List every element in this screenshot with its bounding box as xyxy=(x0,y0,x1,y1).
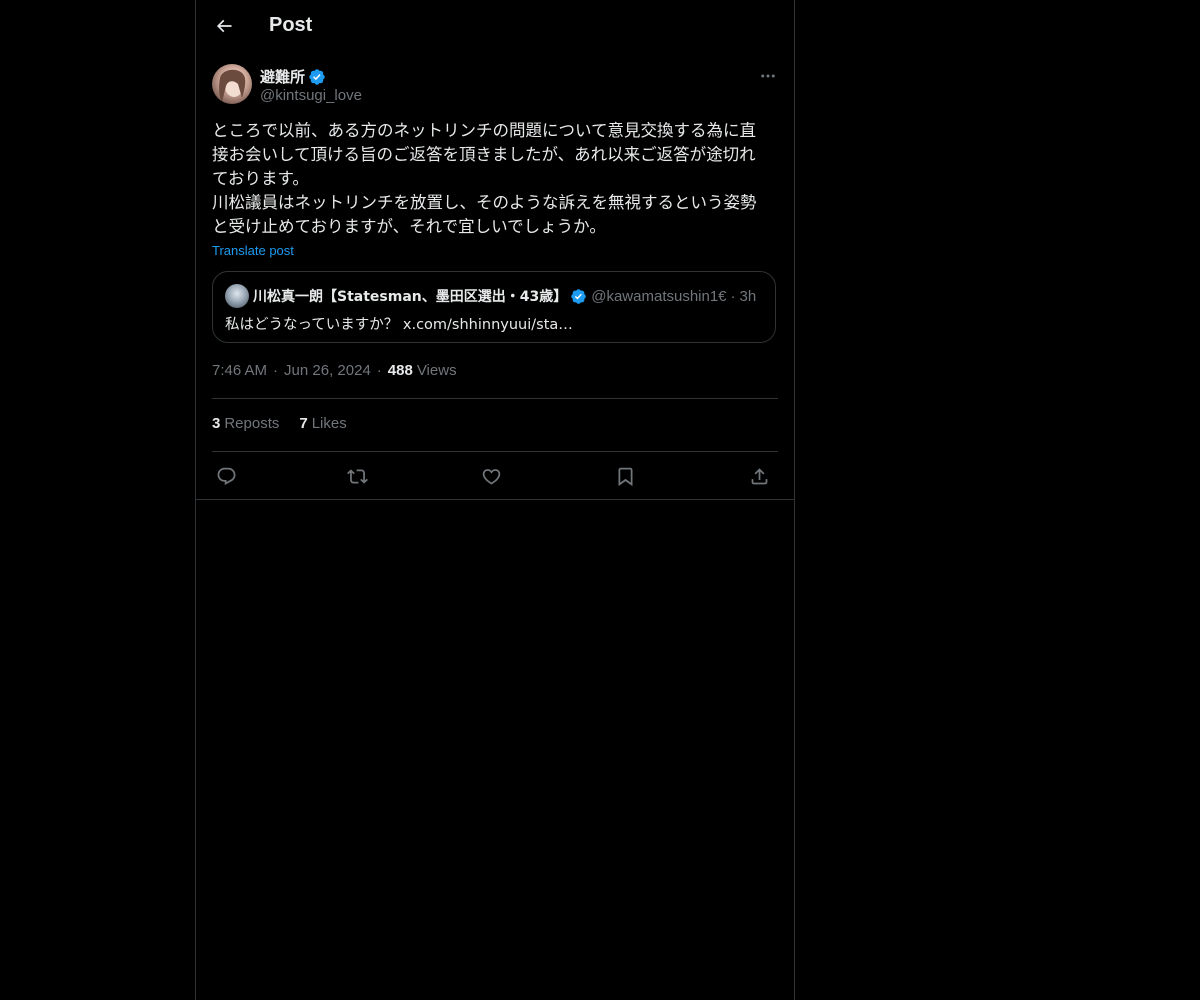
likes-stat[interactable]: 7 Likes xyxy=(299,415,346,432)
divider xyxy=(212,451,778,452)
divider xyxy=(212,398,778,399)
meta-separator: · xyxy=(273,362,279,379)
post-author: 避難所 @kintsugi_love xyxy=(212,64,778,108)
quote-header: 川松真一朗【Statesman、墨田区選出・43歳】 @kawamatsushi… xyxy=(253,286,765,306)
reposts-label: Reposts xyxy=(224,415,280,432)
quote-author-handle: @kawamatsushin1€ xyxy=(591,287,727,305)
verified-badge-icon xyxy=(571,288,586,304)
more-icon xyxy=(761,74,775,78)
author-name[interactable]: 避難所 xyxy=(260,66,326,87)
reposts-count: 3 xyxy=(212,415,221,432)
post-text: ところで以前、ある方のネットリンチの問題について意見交換する為に直 接お会いして… xyxy=(212,121,757,236)
quote-author-name: 川松真一朗【Statesman、墨田区選出・43歳】 xyxy=(253,289,568,305)
like-icon xyxy=(482,468,500,485)
post-time[interactable]: 7:46 AM xyxy=(212,362,267,379)
more-options-button[interactable] xyxy=(758,66,778,86)
quote-timestamp: 3h xyxy=(739,287,757,305)
share-button[interactable] xyxy=(745,462,773,490)
likes-label: Likes xyxy=(311,415,347,432)
avatar[interactable] xyxy=(212,64,252,104)
share-icon xyxy=(751,467,767,484)
repost-button[interactable] xyxy=(343,462,371,490)
post-date[interactable]: Jun 26, 2024 xyxy=(284,362,371,379)
views-count: 488 xyxy=(387,362,413,379)
quote-text: 私はどうなっていますか？ x.com/shhinnyuui/sta… xyxy=(225,317,573,333)
post-metadata: 7:46 AM · Jun 26, 2024 · 488 Views xyxy=(212,362,457,379)
arrow-left-icon xyxy=(216,19,232,33)
action-bar xyxy=(212,460,778,490)
reply-icon xyxy=(217,467,235,485)
page-title: Post xyxy=(269,14,313,36)
bookmark-icon xyxy=(618,467,632,486)
reply-button[interactable] xyxy=(212,462,240,490)
likes-count: 7 xyxy=(299,415,308,432)
like-button[interactable] xyxy=(477,462,505,490)
quote-avatar xyxy=(225,284,249,308)
back-button[interactable] xyxy=(210,12,238,40)
quote-separator: · xyxy=(730,287,736,305)
avatar-image xyxy=(219,69,246,102)
divider xyxy=(196,499,794,500)
author-name-text: 避難所 xyxy=(260,69,306,86)
verified-badge-icon xyxy=(309,68,325,85)
bookmark-button[interactable] xyxy=(611,462,639,490)
reposts-stat[interactable]: 3 Reposts xyxy=(212,415,279,432)
author-handle[interactable]: @kintsugi_love xyxy=(260,87,362,104)
translate-post-link[interactable]: Translate post xyxy=(212,243,294,258)
meta-separator: · xyxy=(376,362,382,379)
post-stats: 3 Reposts 7 Likes xyxy=(212,415,347,432)
page-header: Post xyxy=(196,0,794,54)
quoted-post[interactable]: 川松真一朗【Statesman、墨田区選出・43歳】 @kawamatsushi… xyxy=(212,271,776,343)
repost-icon xyxy=(346,468,368,484)
views-label: Views xyxy=(416,362,457,379)
post-column: Post 避難所 @kintsugi_love ところで以前、ある方のネットリン… xyxy=(195,0,795,1000)
